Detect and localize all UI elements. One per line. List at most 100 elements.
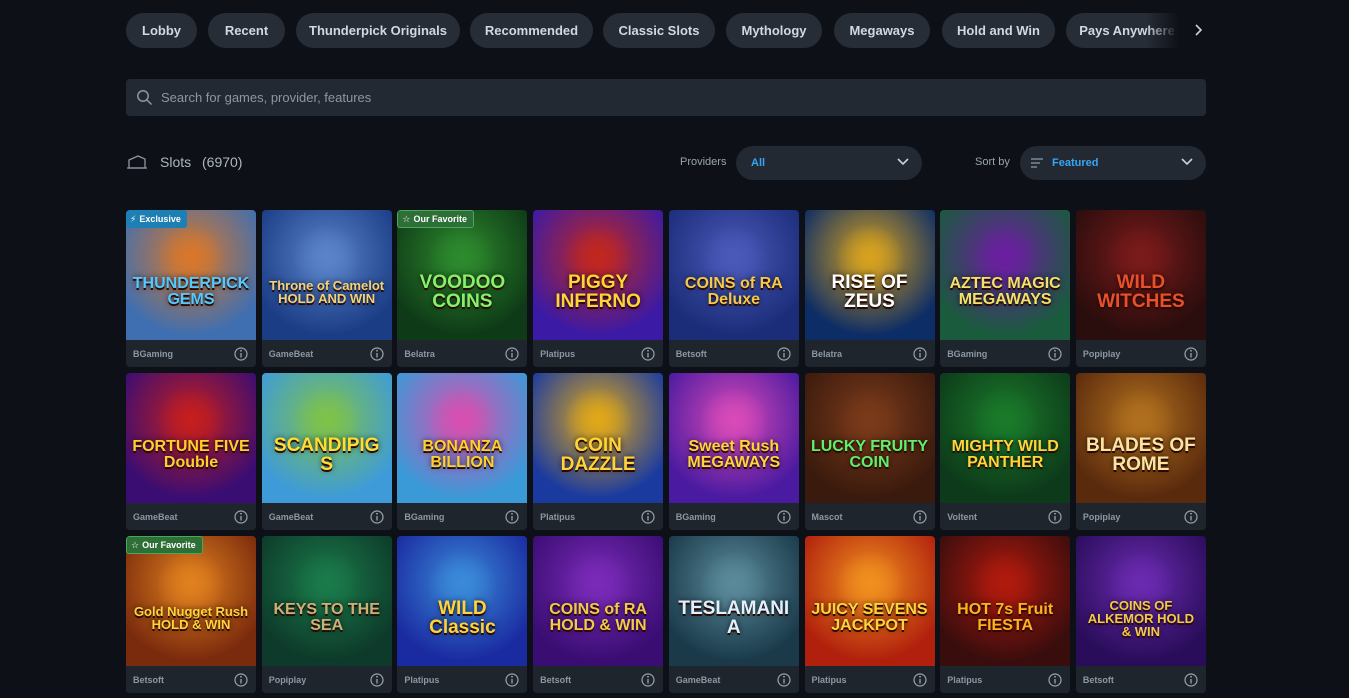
info-icon[interactable] — [505, 347, 519, 361]
game-thumbnail[interactable]: KEYS TO THE SEA — [261, 536, 392, 666]
info-icon[interactable] — [777, 510, 791, 524]
game-thumbnail[interactable]: AZTEC MAGIC MEGAWAYS — [940, 210, 1071, 340]
info-icon[interactable] — [912, 347, 927, 361]
providers-dropdown[interactable]: All — [736, 146, 922, 180]
game-thumbnail[interactable]: BLADES OF ROME — [1075, 373, 1206, 503]
info-icon[interactable] — [505, 510, 519, 524]
info-icon[interactable] — [912, 510, 927, 524]
game-card[interactable]: RISE OF ZEUS Belatra — [804, 210, 935, 367]
info-icon[interactable] — [912, 673, 927, 687]
game-card[interactable]: Gold Nugget Rush HOLD & WIN ☆ Our Favorite… — [126, 536, 256, 693]
info-icon[interactable] — [1048, 347, 1062, 361]
game-card[interactable]: WILD Classic Platipus — [397, 536, 528, 693]
info-icon[interactable] — [1048, 673, 1062, 687]
game-thumbnail[interactable]: COINS OF ALKEMOR HOLD & WIN — [1075, 536, 1206, 666]
favorite-badge: ☆ Our Favorite — [126, 536, 203, 554]
game-card[interactable]: BONANZA BILLION BGaming — [397, 373, 528, 530]
info-icon[interactable] — [505, 673, 519, 687]
info-icon[interactable] — [1184, 673, 1198, 687]
game-thumbnail[interactable]: JUICY SEVENS JACKPOT — [804, 536, 935, 666]
category-chip-lobby[interactable]: Lobby — [126, 13, 197, 48]
game-thumbnail[interactable]: SCANDIPIGS — [261, 373, 392, 503]
game-thumbnail[interactable]: RISE OF ZEUS — [804, 210, 935, 340]
category-chip-label: Megaways — [849, 23, 915, 38]
game-title: WILD WITCHES — [1097, 272, 1185, 312]
game-thumbnail[interactable]: FORTUNE FIVE Double — [126, 373, 256, 503]
game-thumbnail[interactable]: TESLAMANIA — [668, 536, 799, 666]
category-chip-hold-and-win[interactable]: Hold and Win — [942, 13, 1055, 48]
search-bar[interactable] — [126, 79, 1206, 116]
game-meta: Voltent — [940, 503, 1071, 530]
game-card[interactable]: VOODOO COINS ☆ Our Favorite Belatra — [397, 210, 528, 367]
info-icon[interactable] — [234, 510, 248, 524]
info-icon[interactable] — [234, 347, 248, 361]
game-card[interactable]: Sweet Rush MEGAWAYS BGaming — [668, 373, 799, 530]
search-input[interactable] — [161, 79, 1206, 116]
game-card[interactable]: KEYS TO THE SEA Popiplay — [261, 536, 392, 693]
category-chip-classic-slots[interactable]: Classic Slots — [603, 13, 715, 48]
game-thumbnail[interactable]: PIGGY INFERNO — [533, 210, 664, 340]
game-card[interactable]: COINS of RA Deluxe Betsoft — [668, 210, 799, 367]
game-thumbnail[interactable]: COINS of RA HOLD & WIN — [533, 536, 664, 666]
game-card[interactable]: Throne of Camelot HOLD AND WIN GameBeat — [261, 210, 392, 367]
info-icon[interactable] — [641, 510, 655, 524]
chevron-right-icon[interactable] — [1189, 20, 1209, 40]
game-card[interactable]: COINS of RA HOLD & WIN Betsoft — [533, 536, 664, 693]
game-meta: Mascot — [804, 503, 935, 530]
game-card[interactable]: JUICY SEVENS JACKPOT Platipus — [804, 536, 935, 693]
category-chip-thunderpick-originals[interactable]: Thunderpick Originals — [296, 13, 460, 48]
game-thumbnail[interactable]: COINS of RA Deluxe — [668, 210, 799, 340]
game-card[interactable]: SCANDIPIGS GameBeat — [261, 373, 392, 530]
game-thumbnail[interactable]: LUCKY FRUITY COIN — [804, 373, 935, 503]
game-card[interactable]: TESLAMANIA GameBeat — [668, 536, 799, 693]
game-meta: Betsoft — [1075, 666, 1206, 693]
info-icon[interactable] — [370, 347, 384, 361]
info-icon[interactable] — [1184, 510, 1198, 524]
game-card[interactable]: BLADES OF ROME Popiplay — [1075, 373, 1206, 530]
game-thumbnail[interactable]: HOT 7s Fruit FIESTA — [940, 536, 1071, 666]
game-thumbnail[interactable]: THUNDERPICK GEMS — [126, 210, 256, 340]
sort-dropdown[interactable]: Featured — [1020, 146, 1206, 180]
game-title: Gold Nugget Rush HOLD & WIN — [133, 604, 249, 632]
info-icon[interactable] — [370, 673, 384, 687]
game-provider: GameBeat — [268, 349, 314, 359]
game-thumbnail[interactable]: Throne of Camelot HOLD AND WIN — [261, 210, 392, 340]
info-icon[interactable] — [370, 510, 384, 524]
game-card[interactable]: MIGHTY WILD PANTHER Voltent — [940, 373, 1071, 530]
game-card[interactable]: PIGGY INFERNO Platipus — [533, 210, 664, 367]
game-title: KEYS TO THE SEA — [273, 601, 380, 634]
game-card[interactable]: WILD WITCHES Popiplay — [1075, 210, 1206, 367]
game-thumbnail[interactable]: Sweet Rush MEGAWAYS — [668, 373, 799, 503]
info-icon[interactable] — [777, 347, 791, 361]
game-card[interactable]: HOT 7s Fruit FIESTA Platipus — [940, 536, 1071, 693]
game-thumbnail[interactable]: WILD WITCHES — [1075, 210, 1206, 340]
info-icon[interactable] — [234, 673, 248, 687]
game-thumbnail[interactable]: VOODOO COINS — [397, 210, 528, 340]
game-thumbnail[interactable]: Gold Nugget Rush HOLD & WIN — [126, 536, 256, 666]
category-chip-recent[interactable]: Recent — [208, 13, 285, 48]
game-thumbnail[interactable]: BONANZA BILLION — [397, 373, 528, 503]
category-chip-megaways[interactable]: Megaways — [834, 13, 930, 48]
game-thumbnail[interactable]: WILD Classic — [397, 536, 528, 666]
game-thumbnail[interactable]: MIGHTY WILD PANTHER — [940, 373, 1071, 503]
game-provider: BGaming — [133, 349, 174, 359]
info-icon[interactable] — [777, 673, 791, 687]
game-meta: BGaming — [126, 340, 256, 367]
category-chip-recommended[interactable]: Recommended — [470, 13, 593, 48]
info-icon[interactable] — [1184, 347, 1198, 361]
info-icon[interactable] — [1048, 510, 1062, 524]
info-icon[interactable] — [641, 673, 655, 687]
game-card[interactable]: FORTUNE FIVE Double GameBeat — [126, 373, 256, 530]
game-provider: GameBeat — [133, 512, 178, 522]
game-thumbnail[interactable]: COIN DAZZLE — [533, 373, 664, 503]
game-provider: Platipus — [404, 675, 440, 685]
game-card[interactable]: COINS OF ALKEMOR HOLD & WIN Betsoft — [1075, 536, 1206, 693]
game-card[interactable]: COIN DAZZLE Platipus — [533, 373, 664, 530]
exclusive-badge: ⚡ Exclusive — [126, 210, 187, 228]
game-card[interactable]: LUCKY FRUITY COIN Mascot — [804, 373, 935, 530]
game-card[interactable]: THUNDERPICK GEMS ⚡ Exclusive BGaming — [126, 210, 256, 367]
providers-value: All — [751, 157, 766, 169]
game-card[interactable]: AZTEC MAGIC MEGAWAYS BGaming — [940, 210, 1071, 367]
info-icon[interactable] — [641, 347, 655, 361]
category-chip-mythology[interactable]: Mythology — [726, 13, 822, 48]
